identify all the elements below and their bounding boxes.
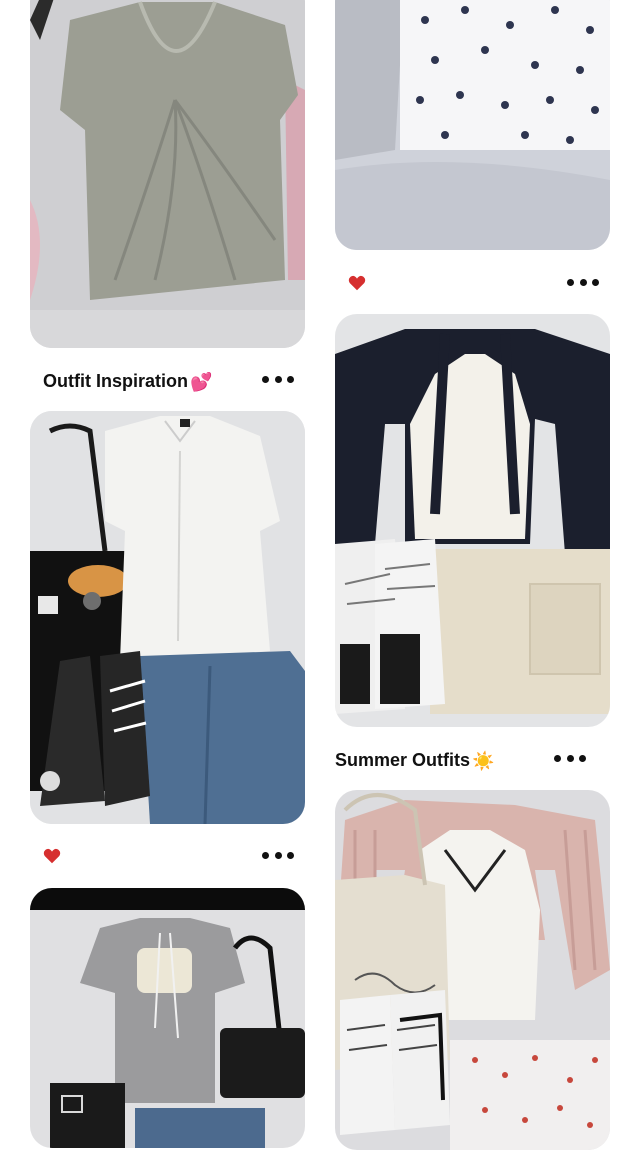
more-options-icon[interactable]	[567, 277, 599, 287]
pin-caption-emoji: 💕	[189, 371, 213, 392]
pin-caption-text: Outfit Inspiration	[43, 371, 188, 391]
pin-image	[335, 314, 610, 727]
heart-icon[interactable]	[43, 848, 61, 864]
pin-pink-cardigan-outfit[interactable]	[335, 790, 610, 1150]
more-options-icon[interactable]	[554, 753, 586, 763]
pin-grey-puff-top-outfit[interactable]	[30, 888, 305, 1148]
pin-image	[30, 411, 305, 824]
pin-caption-text: Summer Outfits	[335, 750, 471, 770]
pin-image	[335, 790, 610, 1150]
more-options-icon[interactable]	[262, 374, 294, 384]
pin-white-blouse-outfit[interactable]	[30, 411, 305, 824]
pin-image	[30, 888, 305, 1148]
pin-image	[30, 0, 305, 348]
pin-caption[interactable]: Summer Outfits ☀️	[335, 750, 494, 772]
pin-grey-ruched-top[interactable]	[30, 0, 305, 348]
heart-icon[interactable]	[348, 275, 366, 291]
pin-navy-cardigan-outfit[interactable]	[335, 314, 610, 727]
pin-caption-emoji: ☀️	[472, 750, 495, 771]
pin-heart-print-top[interactable]	[335, 0, 610, 250]
pin-caption[interactable]: Outfit Inspiration 💕	[43, 371, 212, 393]
pin-image	[335, 0, 610, 250]
more-options-icon[interactable]	[262, 850, 294, 860]
